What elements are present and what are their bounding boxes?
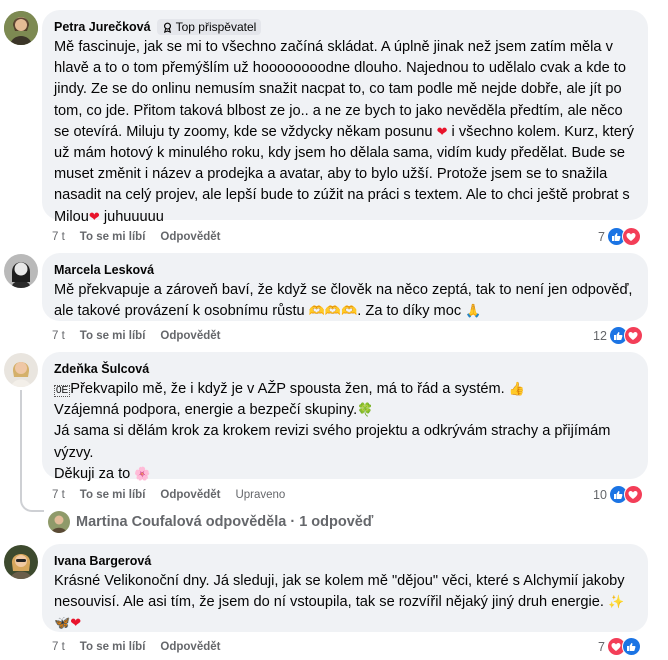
badge-label: Top přispěvatel <box>175 20 257 34</box>
thread-line <box>20 390 44 512</box>
comment-text: Mě překvapuje a zároveň baví, že když se… <box>54 282 633 320</box>
heart-reaction-icon <box>623 326 643 345</box>
heart-reaction-icon <box>621 227 641 246</box>
unknown-glyph-icon: 0E <box>54 385 71 397</box>
reaction-summary[interactable]: 7 <box>598 637 641 656</box>
reply-button[interactable]: Odpovědět <box>160 489 220 501</box>
like-button[interactable]: To se mi líbí <box>80 231 146 243</box>
like-button[interactable]: To se mi líbí <box>80 330 146 342</box>
reply-button[interactable]: Odpovědět <box>160 330 220 342</box>
edited-label: Upraveno <box>235 489 286 501</box>
status-badge: Top přispěvatel <box>156 19 262 35</box>
butterfly-emoji: 🦋 <box>54 615 71 631</box>
blossom-emoji: 🌸 <box>134 465 151 481</box>
thumbs-up-emoji: 👍 <box>508 381 525 396</box>
avatar[interactable] <box>4 545 38 579</box>
view-replies-link[interactable]: Martina Coufalová odpověděla · 1 odpověď <box>48 511 373 533</box>
reply-button[interactable]: Odpovědět <box>160 231 220 243</box>
reaction-count: 12 <box>593 328 607 343</box>
like-button[interactable]: To se mi líbí <box>80 489 146 501</box>
comment-author[interactable]: Ivana Bargerová <box>54 554 151 568</box>
folded-hands-emoji: 🙏 <box>465 303 482 319</box>
sparkles-emoji: ✨ <box>608 594 625 610</box>
timestamp[interactable]: 7 t <box>52 330 65 342</box>
comment-actions: 7 t To se mi líbí Odpovědět <box>52 641 235 653</box>
avatar[interactable] <box>4 353 38 387</box>
timestamp[interactable]: 7 t <box>52 641 65 653</box>
clover-emoji: 🍀 <box>357 402 374 418</box>
comment-author[interactable]: Petra Jurečková <box>54 20 151 34</box>
timestamp[interactable]: 7 t <box>52 231 65 243</box>
comment-text: Mě fascinuje, jak se mi to všechno začín… <box>54 39 635 225</box>
timestamp[interactable]: 7 t <box>52 489 65 501</box>
reaction-count: 7 <box>598 229 605 244</box>
reaction-count: 10 <box>593 487 607 502</box>
comment-bubble: Petra Jurečková Top přispěvatel Mě fasci… <box>42 10 648 225</box>
comment-actions: 7 t To se mi líbí Odpovědět Upraveno <box>52 489 300 501</box>
reaction-summary[interactable]: 7 <box>598 227 641 246</box>
avatar <box>48 511 70 533</box>
like-reaction-icon <box>621 637 641 656</box>
comment-bubble: Zdeňka Šulcová 0E Překvapilo mě, že i kdy… <box>42 352 648 482</box>
comment-author[interactable]: Marcela Lesková <box>54 263 154 277</box>
reaction-summary[interactable]: 12 <box>593 326 643 345</box>
comment-text: 0E Překvapilo mě, že i když je v AŽP spou… <box>54 381 611 482</box>
comment-actions: 7 t To se mi líbí Odpovědět <box>52 231 235 243</box>
comment-bubble: Marcela Lesková Mě překvapuje a zároveň … <box>42 253 648 321</box>
heart-emoji: ❤ <box>70 615 82 631</box>
reply-button[interactable]: Odpovědět <box>160 641 220 653</box>
like-button[interactable]: To se mi líbí <box>80 641 146 653</box>
heart-emoji: ❤ <box>88 208 100 224</box>
avatar[interactable] <box>4 11 38 45</box>
heart-reaction-icon <box>623 485 643 504</box>
comment-author[interactable]: Zdeňka Šulcová <box>54 362 149 376</box>
reaction-count: 7 <box>598 639 605 654</box>
heart-emoji: ❤ <box>436 123 448 139</box>
comment-actions: 7 t To se mi líbí Odpovědět <box>52 330 235 342</box>
avatar[interactable] <box>4 254 38 288</box>
comment-text: Krásné Velikonoční dny. Já sleduji, jak … <box>54 573 625 631</box>
comment-bubble: Ivana Bargerová Krásné Velikonoční dny. … <box>42 544 648 632</box>
ribbon-icon <box>163 22 171 33</box>
heart-hands-emoji: 🫶🫶🫶 <box>308 303 358 319</box>
reaction-summary[interactable]: 10 <box>593 485 643 504</box>
